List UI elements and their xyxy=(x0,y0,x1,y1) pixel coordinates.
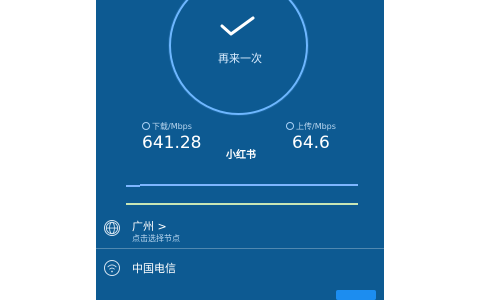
download-icon xyxy=(142,122,150,130)
upload-label-text: 上传/Mbps xyxy=(296,122,336,131)
download-label-text: 下载/Mbps xyxy=(152,122,192,131)
location-subtitle[interactable]: 点击选择节点 xyxy=(132,233,180,244)
check-icon xyxy=(220,16,255,36)
download-metric-label: 下载/Mbps xyxy=(142,121,192,132)
carrier-title: 中国电信 xyxy=(132,262,176,275)
speedtest-screen: 再来一次 下载/Mbps 641.28 上传/Mbps 64.6 小红书 广州 … xyxy=(96,0,384,300)
speed-chart xyxy=(126,184,358,205)
wifi-icon xyxy=(104,260,120,276)
upload-icon xyxy=(286,122,294,130)
download-value: 641.28 xyxy=(142,133,202,153)
carrier-row[interactable]: 中国电信 xyxy=(96,258,384,286)
retry-button-label[interactable]: 再来一次 xyxy=(96,50,384,66)
upload-metric-label: 上传/Mbps xyxy=(286,121,336,132)
watermark: 小红书 xyxy=(226,150,256,161)
globe-icon xyxy=(104,220,120,236)
page: 再来一次 下载/Mbps 641.28 上传/Mbps 64.6 小红书 广州 … xyxy=(0,0,480,300)
footer-action-button[interactable] xyxy=(336,290,376,300)
divider xyxy=(96,248,384,249)
location-row[interactable]: 广州 > 点击选择节点 xyxy=(96,218,384,246)
location-title[interactable]: 广州 > xyxy=(132,218,167,234)
upload-value: 64.6 xyxy=(292,133,330,153)
